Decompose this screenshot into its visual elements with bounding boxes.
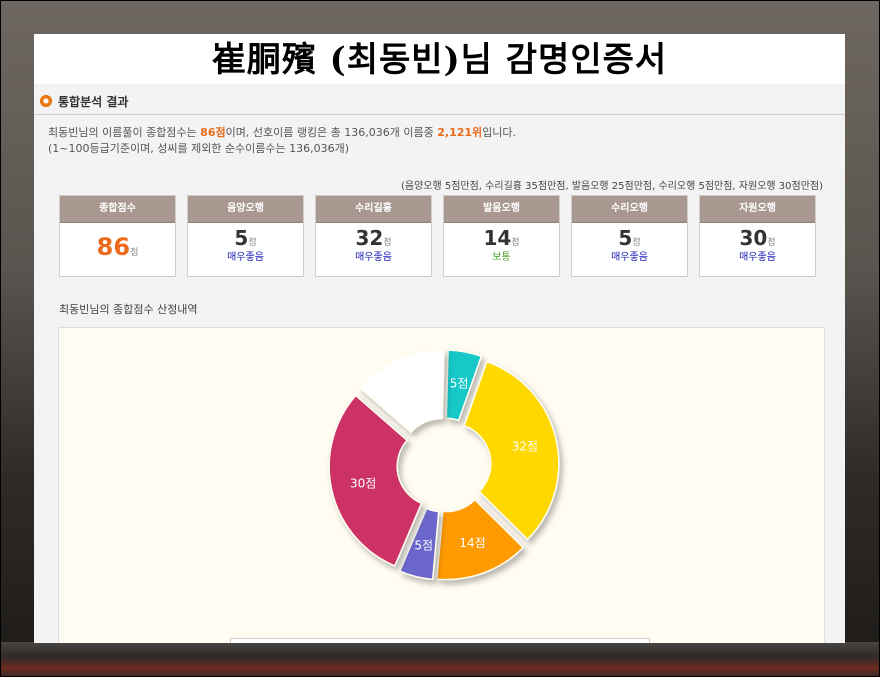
card-label: 자원오행 [700,196,815,223]
card-total-score: 종합점수 86점 [59,195,176,277]
total-score-highlight: 86점 [200,126,226,139]
chart-panel: 5점 32점 14점 5점 30점 [58,327,825,643]
card-unit: 점 [383,238,392,248]
bullet-icon [40,95,52,107]
slice-label: 5점 [414,538,433,552]
card-value: 30 [739,226,768,250]
slice-label: 30점 [350,477,376,491]
breakdown-title: 최동빈님의 종합점수 산정내역 [59,303,198,316]
legend-box [230,638,650,643]
card-suri-gilhyung: 수리길흉 32점 매우좋음 [315,195,432,277]
score-criteria: (음양오행 5점만점, 수리길흉 35점만점, 발음오행 25점만점, 수리오행… [400,181,823,192]
slice-label: 14점 [459,536,485,550]
card-unit: 점 [767,238,776,248]
card-bareum-ohaeng: 발음오행 14점 보통 [443,195,560,277]
card-suri-ohaeng: 수리오행 5점 매우좋음 [571,195,688,277]
background-strip [0,642,880,677]
card-label: 발음오행 [444,196,559,223]
card-value: 14 [483,226,512,250]
card-unit: 점 [632,238,641,248]
page-title: 崔胴殯 (최동빈)님 감명인증서 [34,34,845,84]
certificate-page: 崔胴殯 (최동빈)님 감명인증서 통합분석 결과 최동빈님의 이름풀이 종합점수… [34,34,845,643]
donut-chart: 5점 32점 14점 5점 30점 [328,349,560,581]
card-eumyang-ohaeng: 음양오행 5점 매우좋음 [187,195,304,277]
section-label: 통합분석 결과 [58,94,129,109]
card-grade: 매우좋음 [739,252,776,263]
card-label: 수리오행 [572,196,687,223]
card-unit: 점 [130,248,139,258]
card-label: 수리길흉 [316,196,431,223]
card-grade: 보통 [492,252,511,263]
card-label: 종합점수 [60,196,175,223]
card-grade: 매우좋음 [355,252,392,263]
slice-label: 32점 [512,439,538,453]
score-cards: 종합점수 86점 음양오행 5점 매우좋음 수리길흉 32점 매우좋음 발음오행… [34,192,845,277]
summary-text: 최동빈님의 이름풀이 종합점수는 86점이며, 선호이름 랭킹은 총 136,0… [34,115,845,157]
slice-label: 5점 [450,376,469,390]
card-unit: 점 [511,238,520,248]
rank-highlight: 2,121위 [437,126,483,139]
card-value: 86 [96,233,131,261]
card-jawon-ohaeng: 자원오행 30점 매우좋음 [699,195,816,277]
card-value: 5 [618,226,633,250]
summary-line-2: (1~100등급기준이며, 성씨를 제외한 순수이름수는 136,036개) [48,142,350,155]
section-header: 통합분석 결과 [34,88,845,114]
card-grade: 매우좋음 [611,252,648,263]
card-value: 5 [234,226,249,250]
card-value: 32 [355,226,384,250]
card-grade: 매우좋음 [227,252,264,263]
summary-line-1: 최동빈님의 이름풀이 종합점수는 86점이며, 선호이름 랭킹은 총 136,0… [48,126,517,139]
card-unit: 점 [248,238,257,248]
card-label: 음양오행 [188,196,303,223]
